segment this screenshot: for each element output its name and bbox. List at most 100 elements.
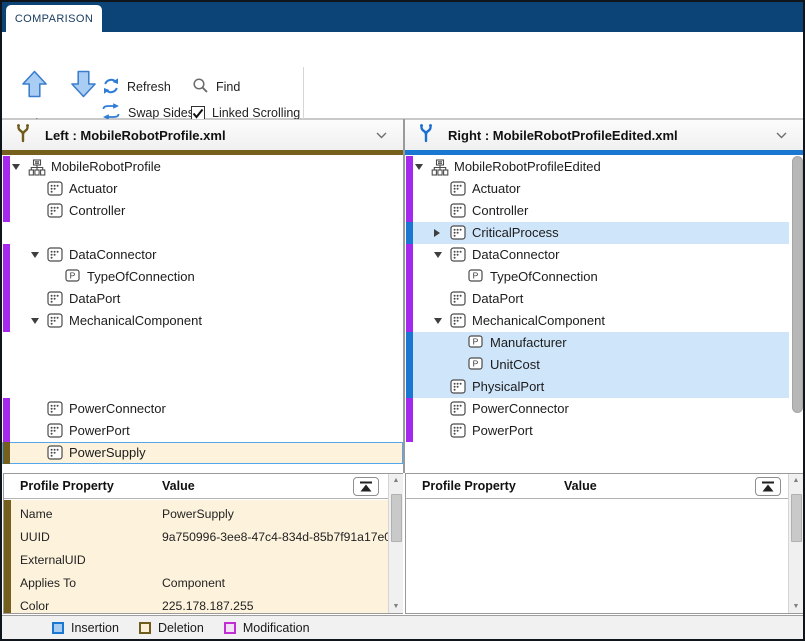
modification-indicator-bar — [3, 398, 10, 420]
collapse-table-button[interactable] — [353, 477, 379, 496]
property-row-applies-to[interactable]: Applies ToComponent — [4, 572, 402, 595]
expand-arrow-icon[interactable] — [434, 229, 440, 237]
modification-indicator-bar — [3, 420, 10, 442]
tree-item-typeofconnection[interactable]: PTypeOfConnection — [405, 266, 803, 288]
tree-item-label: Actuator — [69, 178, 117, 200]
stereotype-icon — [47, 401, 63, 421]
tab-comparison[interactable]: COMPARISON — [6, 5, 102, 32]
tree-item-powerconnector[interactable]: PowerConnector — [2, 398, 403, 420]
tree-item-criticalprocess[interactable]: CriticalProcess — [405, 222, 803, 244]
insertion-highlight — [413, 222, 789, 244]
table-scrollbar[interactable]: ▲ ▼ — [388, 474, 403, 613]
tree-item-actuator[interactable]: Actuator — [405, 178, 803, 200]
tree-item-label: MechanicalComponent — [69, 310, 202, 332]
property-row-color[interactable]: Color225.178.187.255 — [4, 595, 402, 613]
stereotype-icon — [47, 445, 63, 465]
tree-item-label: DataConnector — [69, 244, 156, 266]
modification-indicator-bar — [406, 156, 413, 178]
tree-scrollbar-thumb[interactable] — [792, 156, 803, 413]
checkbox-checked-icon — [191, 106, 205, 120]
scroll-up-icon[interactable]: ▲ — [389, 477, 403, 484]
scroll-up-icon[interactable]: ▲ — [789, 477, 803, 484]
modification-indicator-bar — [3, 178, 10, 200]
tree-row-blank — [2, 222, 403, 244]
property-icon: P — [65, 269, 81, 287]
property-name: UUID — [20, 526, 50, 549]
modification-indicator-bar — [406, 288, 413, 310]
tree-row-blank — [2, 332, 403, 354]
table-body — [406, 500, 802, 613]
table-header: Profile Property Value — [406, 474, 802, 499]
scrollbar-thumb[interactable] — [791, 494, 802, 542]
tree-item-powerport[interactable]: PowerPort — [2, 420, 403, 442]
stereotype-icon — [450, 401, 466, 421]
tree-item-mechanicalcomponent[interactable]: MechanicalComponent — [2, 310, 403, 332]
swap-sides-label: Swap Sides — [128, 106, 194, 120]
property-row-externaluid[interactable]: ExternalUID — [4, 549, 402, 572]
tree-item-powerconnector[interactable]: PowerConnector — [405, 398, 803, 420]
modification-swatch-icon — [224, 622, 236, 634]
insertion-indicator-bar — [406, 222, 413, 244]
tree-item-mobilerobotprofileedited[interactable]: MobileRobotProfileEdited — [405, 156, 803, 178]
stereotype-icon — [450, 203, 466, 223]
property-name: Applies To — [20, 572, 76, 595]
tree-item-label: MechanicalComponent — [472, 310, 605, 332]
right-file-selector[interactable]: Right : MobileRobotProfileEdited.xml — [405, 119, 803, 150]
tree-item-typeofconnection[interactable]: PTypeOfConnection — [2, 266, 403, 288]
collapse-arrow-icon[interactable] — [434, 318, 442, 324]
refresh-button[interactable]: Refresh — [102, 77, 171, 97]
collapse-arrow-icon[interactable] — [31, 252, 39, 258]
tree-item-label: CriticalProcess — [472, 222, 559, 244]
tree-item-physicalport[interactable]: PhysicalPort — [405, 376, 803, 398]
collapse-table-button[interactable] — [755, 477, 781, 496]
tree-item-label: Actuator — [472, 178, 520, 200]
chevron-down-icon — [776, 126, 787, 144]
tree-item-dataconnector[interactable]: DataConnector — [2, 244, 403, 266]
tree-item-powersupply[interactable]: PowerSupply — [2, 442, 403, 464]
collapse-arrow-icon[interactable] — [415, 164, 423, 170]
collapse-arrow-icon[interactable] — [12, 164, 20, 170]
collapse-arrow-icon[interactable] — [31, 318, 39, 324]
tree-item-mechanicalcomponent[interactable]: MechanicalComponent — [405, 310, 803, 332]
modification-indicator-bar — [406, 244, 413, 266]
scroll-down-icon[interactable]: ▼ — [389, 603, 403, 610]
scrollbar-thumb[interactable] — [391, 494, 402, 542]
tree-item-unitcost[interactable]: PUnitCost — [405, 354, 803, 376]
find-button[interactable]: Find — [192, 77, 240, 97]
tree-item-powerport[interactable]: PowerPort — [405, 420, 803, 442]
modification-indicator-bar — [3, 156, 10, 178]
legend-modification-label: Modification — [243, 621, 310, 635]
stereotype-icon — [450, 225, 466, 245]
tree-item-manufacturer[interactable]: PManufacturer — [405, 332, 803, 354]
tree-item-dataport[interactable]: DataPort — [2, 288, 403, 310]
insertion-indicator-bar — [406, 376, 413, 398]
stereotype-icon — [450, 379, 466, 399]
tree-item-dataport[interactable]: DataPort — [405, 288, 803, 310]
up-arrow-icon — [21, 69, 48, 102]
scroll-down-icon[interactable]: ▼ — [789, 603, 803, 610]
tree-item-dataconnector[interactable]: DataConnector — [405, 244, 803, 266]
tree-item-label: PhysicalPort — [472, 376, 544, 398]
stereotype-icon — [450, 291, 466, 311]
tree-item-controller[interactable]: Controller — [2, 200, 403, 222]
table-header: Profile Property Value — [4, 474, 402, 499]
property-icon: P — [468, 357, 484, 375]
deletion-indicator-bar — [3, 442, 10, 464]
svg-text:P: P — [473, 271, 479, 281]
left-tree: MobileRobotProfileActuatorController Data… — [2, 155, 403, 472]
tree-item-actuator[interactable]: Actuator — [2, 178, 403, 200]
property-row-name[interactable]: NamePowerSupply — [4, 503, 402, 526]
stereotype-icon — [450, 423, 466, 443]
modification-indicator-bar — [406, 310, 413, 332]
tree-item-controller[interactable]: Controller — [405, 200, 803, 222]
property-icon: P — [468, 269, 484, 287]
left-file-selector[interactable]: Left : MobileRobotProfile.xml — [2, 119, 403, 150]
chevron-down-icon — [376, 126, 387, 144]
table-scrollbar[interactable]: ▲ ▼ — [788, 474, 803, 613]
collapse-arrow-icon[interactable] — [434, 252, 442, 258]
tree-item-label: DataPort — [69, 288, 120, 310]
stereotype-icon — [450, 313, 466, 333]
collapse-table-icon — [360, 481, 372, 492]
property-row-uuid[interactable]: UUID9a750996-3ee8-47c4-834d-85b7f91a17e0 — [4, 526, 402, 549]
tree-item-mobilerobotprofile[interactable]: MobileRobotProfile — [2, 156, 403, 178]
